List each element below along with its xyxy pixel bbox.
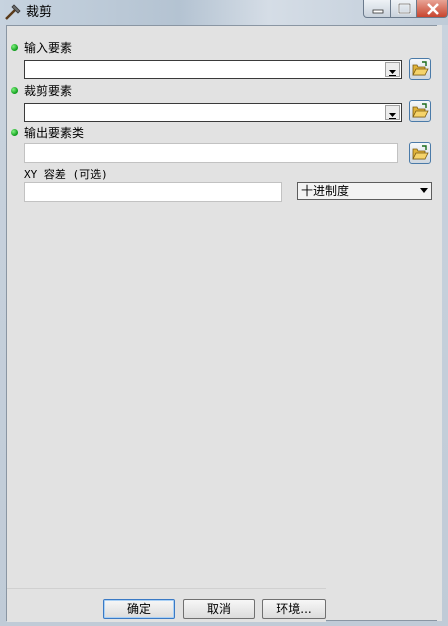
minimize-icon xyxy=(372,9,384,14)
folder-open-icon xyxy=(412,103,429,118)
combo-dropdown-button[interactable] xyxy=(385,62,400,77)
chevron-down-icon xyxy=(420,188,428,193)
ok-button[interactable]: 确定 xyxy=(103,599,175,619)
folder-open-icon xyxy=(412,145,429,160)
folder-open-icon xyxy=(412,61,429,76)
required-indicator-dot xyxy=(11,129,18,136)
input-features-combo[interactable] xyxy=(24,60,402,79)
close-button[interactable] xyxy=(416,0,448,18)
xy-tolerance-unit-select[interactable]: 十进制度 xyxy=(297,182,432,200)
chevron-down-icon xyxy=(389,113,396,119)
environments-button[interactable]: 环境... xyxy=(262,599,326,619)
required-indicator-dot xyxy=(11,87,18,94)
clip-features-browse-button[interactable] xyxy=(409,100,431,122)
tool-dialog-window: 裁剪 输入要素 裁剪要素 输出要素类 XY 容差 (可选) 十进制度 确定 取消… xyxy=(0,0,448,626)
input-features-browse-button[interactable] xyxy=(409,58,431,80)
maximize-icon xyxy=(397,2,412,15)
xy-tolerance-label: XY 容差 (可选) xyxy=(24,168,108,181)
right-edge-strip xyxy=(437,25,442,621)
title-bar[interactable]: 裁剪 xyxy=(0,0,448,25)
clip-features-combo[interactable] xyxy=(24,103,402,122)
input-features-label: 输入要素 xyxy=(24,41,73,55)
combo-dropdown-button[interactable] xyxy=(385,105,400,120)
maximize-button[interactable] xyxy=(390,0,417,18)
xy-tolerance-unit-value: 十进制度 xyxy=(301,184,350,198)
clip-features-label: 裁剪要素 xyxy=(24,84,73,98)
window-title: 裁剪 xyxy=(26,5,53,20)
close-icon xyxy=(427,3,439,15)
output-feature-class-browse-button[interactable] xyxy=(409,142,431,164)
required-indicator-dot xyxy=(11,44,18,51)
xy-tolerance-input[interactable] xyxy=(24,182,282,202)
chevron-down-icon xyxy=(389,70,396,76)
output-feature-class-input[interactable] xyxy=(24,143,398,163)
scissors-tool-icon xyxy=(4,4,22,22)
output-feature-class-label: 输出要素类 xyxy=(24,126,85,140)
cancel-button[interactable]: 取消 xyxy=(183,599,255,619)
minimize-button[interactable] xyxy=(363,0,391,18)
